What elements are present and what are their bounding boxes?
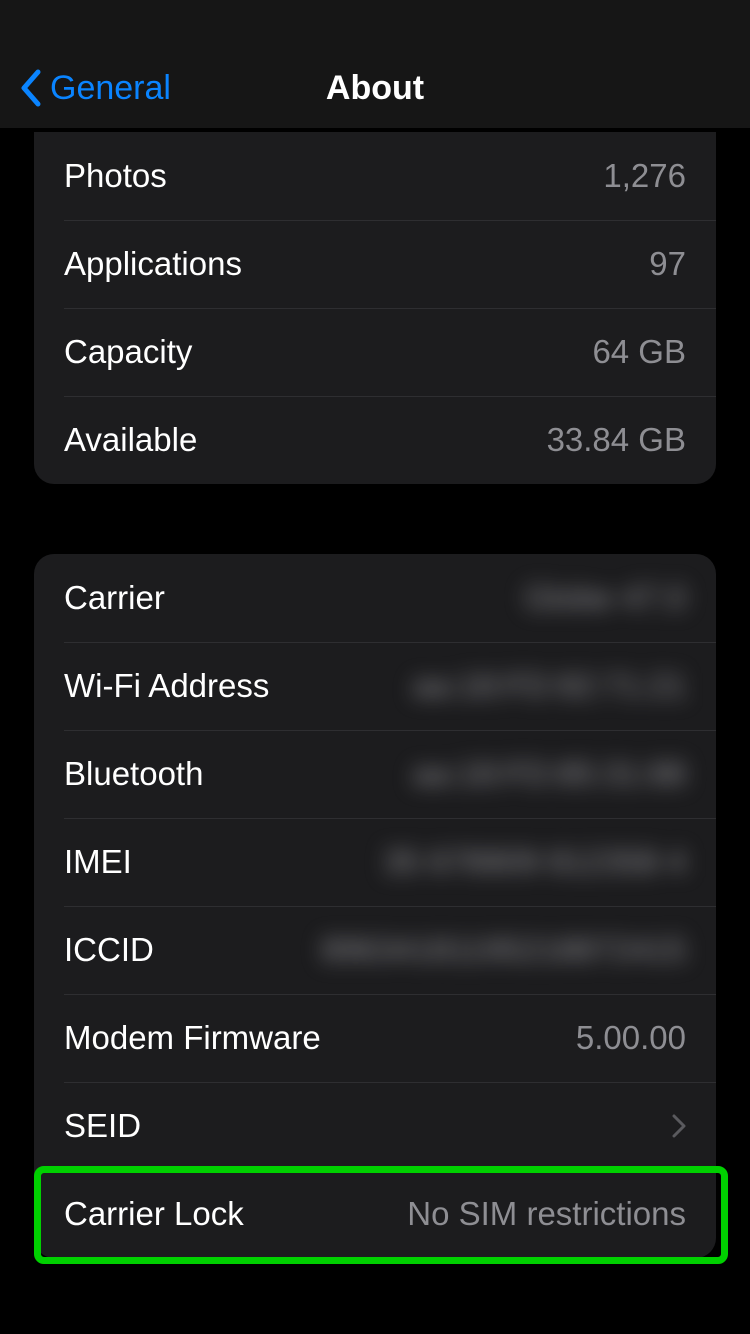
row-value: No SIM restrictions: [264, 1195, 686, 1233]
back-label: General: [50, 69, 171, 108]
row-label: Carrier: [64, 579, 165, 617]
back-button[interactable]: General: [18, 68, 171, 108]
about-group-network: Carrier Globe 47.0 Wi-Fi Address aa:18:F…: [34, 554, 716, 1258]
row-photos[interactable]: Photos 1,276: [34, 132, 716, 220]
row-iccid[interactable]: ICCID 89634181195218872415: [34, 906, 716, 994]
row-imei[interactable]: IMEI 35 678909 812358 4: [34, 818, 716, 906]
row-value: aa:18:FD:92:71:21: [289, 667, 686, 705]
row-label: Applications: [64, 245, 242, 283]
row-label: Modem Firmware: [64, 1019, 321, 1057]
row-value: 5.00.00: [341, 1019, 686, 1057]
row-label: Wi-Fi Address: [64, 667, 269, 705]
row-value: 64 GB: [212, 333, 686, 371]
navbar: General About: [0, 0, 750, 128]
row-carrier[interactable]: Carrier Globe 47.0: [34, 554, 716, 642]
row-seid[interactable]: SEID: [34, 1082, 716, 1170]
row-value: 35 678909 812358 4: [152, 843, 686, 881]
row-label: ICCID: [64, 931, 154, 969]
row-wifi-address[interactable]: Wi-Fi Address aa:18:FD:92:71:21: [34, 642, 716, 730]
row-label: Available: [64, 421, 197, 459]
chevron-right-icon: [672, 1114, 686, 1138]
row-label: Carrier Lock: [64, 1195, 244, 1233]
row-carrier-lock[interactable]: Carrier Lock No SIM restrictions: [34, 1170, 716, 1258]
row-bluetooth[interactable]: Bluetooth aa:18:FD:85:31:88: [34, 730, 716, 818]
row-label: Photos: [64, 157, 167, 195]
row-value: 97: [262, 245, 686, 283]
row-label: Bluetooth: [64, 755, 203, 793]
row-label: IMEI: [64, 843, 132, 881]
row-modem-firmware[interactable]: Modem Firmware 5.00.00: [34, 994, 716, 1082]
row-value: Globe 47.0: [185, 579, 686, 617]
about-group-storage: Photos 1,276 Applications 97 Capacity 64…: [34, 132, 716, 484]
row-label: SEID: [64, 1107, 141, 1145]
row-available[interactable]: Available 33.84 GB: [34, 396, 716, 484]
row-value: 89634181195218872415: [174, 931, 686, 969]
row-value: 1,276: [187, 157, 686, 195]
row-capacity[interactable]: Capacity 64 GB: [34, 308, 716, 396]
row-label: Capacity: [64, 333, 192, 371]
row-value: aa:18:FD:85:31:88: [223, 755, 686, 793]
row-value: 33.84 GB: [217, 421, 686, 459]
chevron-left-icon: [18, 68, 42, 108]
row-applications[interactable]: Applications 97: [34, 220, 716, 308]
